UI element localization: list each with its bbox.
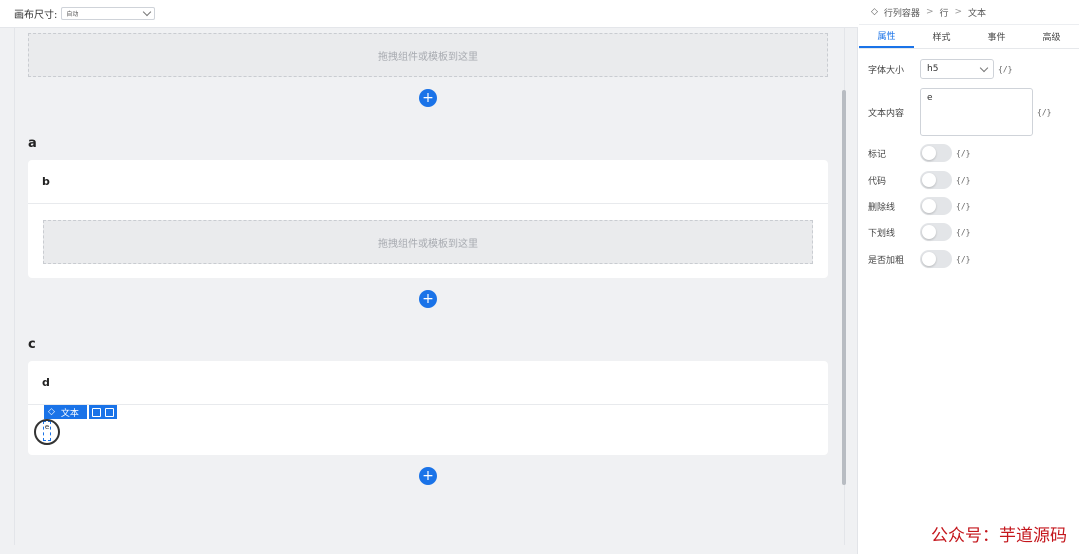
properties-panel: ◇ 行列容器 > 行 > 文本 属性 样式 事件 高级 字体大小 h5 {/} … (859, 0, 1079, 554)
chevron-down-icon (143, 7, 152, 17)
expression-toggle[interactable]: {/} (956, 228, 970, 237)
toggle-row-mark: 标记 {/} (868, 144, 970, 162)
mark-label: 标记 (868, 149, 887, 160)
section-title-a: a (28, 136, 37, 151)
mark-switch[interactable] (920, 144, 952, 162)
toggle-row-underline: 下划线 {/} (868, 223, 970, 241)
code-switch[interactable] (920, 171, 952, 189)
expression-toggle[interactable]: {/} (956, 255, 970, 264)
font-size-select[interactable]: h5 (920, 59, 994, 79)
bold-label: 是否加粗 (868, 255, 905, 266)
breadcrumb-separator: > (925, 7, 934, 17)
expression-toggle[interactable]: {/} (956, 176, 970, 185)
component-icon: ◇ (871, 7, 878, 17)
breadcrumb-item[interactable]: 文本 (968, 6, 986, 19)
strikethrough-label: 删除线 (868, 202, 896, 213)
canvas-size-select[interactable]: 自动 (61, 7, 156, 20)
content-textarea[interactable]: e (920, 88, 1033, 136)
tab-advanced[interactable]: 高级 (1024, 25, 1079, 48)
breadcrumb: ◇ 行列容器 > 行 > 文本 (859, 0, 1079, 25)
section-title-c: c (28, 337, 36, 352)
underline-switch[interactable] (920, 223, 952, 241)
drop-zone-top[interactable]: 拖拽组件或模板到这里 (28, 33, 828, 77)
selected-element-toolbar: ◇ 文本 (44, 405, 117, 419)
trash-icon[interactable] (104, 407, 114, 417)
canvas-area: 画布尺寸: 自动 拖拽组件或模板到这里 + a b 拖拽组件或模板到这里 + c… (0, 0, 858, 554)
breadcrumb-item[interactable]: 行列容器 (884, 6, 920, 19)
code-label: 代码 (868, 176, 887, 187)
font-size-row: 字体大小 h5 {/} (868, 59, 1012, 79)
panel-tabs: 属性 样式 事件 高级 (859, 25, 1079, 49)
tab-properties[interactable]: 属性 (859, 25, 914, 48)
element-actions (88, 405, 117, 419)
cursor-highlight (34, 419, 60, 445)
toggle-row-strikethrough: 删除线 {/} (868, 197, 970, 215)
watermark: 公众号：芋道源码 (931, 526, 1067, 546)
font-size-label: 字体大小 (868, 65, 905, 76)
bold-switch[interactable] (920, 250, 952, 268)
expression-toggle[interactable]: {/} (998, 65, 1012, 74)
selected-tag-label: 文本 (60, 408, 79, 419)
toggle-row-code: 代码 {/} (868, 171, 970, 189)
breadcrumb-item[interactable]: 行 (939, 6, 948, 19)
expression-toggle[interactable]: {/} (1037, 108, 1051, 117)
underline-label: 下划线 (868, 228, 896, 239)
tab-events[interactable]: 事件 (969, 25, 1024, 48)
drop-zone-text: 拖拽组件或模板到这里 (378, 51, 478, 63)
card-d-title: d (28, 361, 828, 405)
canvas-scrollbar[interactable] (842, 90, 846, 485)
strikethrough-switch[interactable] (920, 197, 952, 215)
content-row: 文本内容 e {/} (868, 88, 1051, 136)
card-d[interactable]: d (28, 361, 828, 455)
toggle-row-bold: 是否加粗 {/} (868, 250, 970, 268)
drop-zone-card-b[interactable]: 拖拽组件或模板到这里 (43, 220, 813, 264)
canvas-size-label: 画布尺寸: (14, 10, 58, 21)
add-block-button[interactable]: + (419, 290, 437, 308)
breadcrumb-separator: > (954, 7, 963, 17)
canvas-toolbar: 画布尺寸: 自动 (0, 0, 858, 28)
canvas-size-value: 自动 (66, 11, 79, 18)
tab-style[interactable]: 样式 (914, 25, 969, 48)
expression-toggle[interactable]: {/} (956, 202, 970, 211)
add-block-button[interactable]: + (419, 467, 437, 485)
chevron-down-icon (979, 63, 989, 72)
selected-element-tag[interactable]: ◇ 文本 (44, 405, 87, 419)
add-block-button[interactable]: + (419, 89, 437, 107)
component-icon: ◇ (48, 407, 55, 417)
copy-icon[interactable] (91, 407, 101, 417)
drop-zone-text: 拖拽组件或模板到这里 (378, 238, 478, 250)
expression-toggle[interactable]: {/} (956, 149, 970, 158)
card-b-title: b (28, 160, 828, 204)
font-size-value: h5 (927, 64, 939, 74)
content-label: 文本内容 (868, 108, 905, 119)
